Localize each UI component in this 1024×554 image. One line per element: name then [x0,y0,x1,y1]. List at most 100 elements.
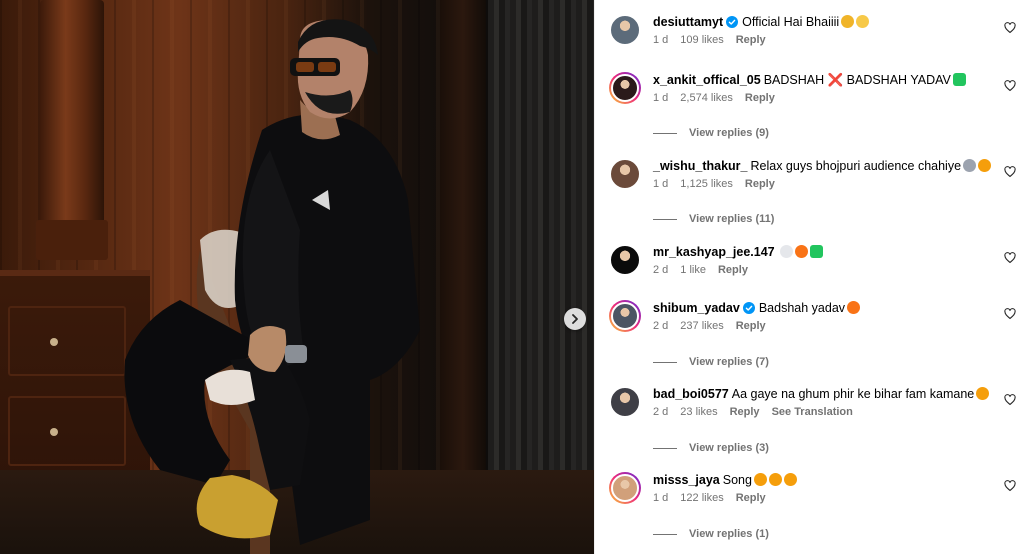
comment-likes[interactable]: 23 likes [680,406,717,418]
comment-likes[interactable]: 237 likes [680,320,723,332]
chevron-right-icon [572,314,578,324]
reply-button[interactable]: Reply [745,92,775,104]
view-replies-button[interactable]: View replies (11) [653,213,774,225]
replies-dash [653,447,677,449]
comment-username[interactable]: misss_jaya [653,473,720,487]
comment-username[interactable]: shibum_yadav [653,301,740,315]
comment-username[interactable]: x_ankit_offical_05 [653,73,761,87]
emoji-icon [779,245,793,258]
comment-meta: 2 d 237 likes Reply [653,320,993,332]
comment-time: 2 d [653,320,669,332]
comment-body: misss_jaya Song 1 d 122 likes Reply [653,472,993,504]
user-avatar[interactable] [609,300,641,332]
verified-badge-icon [742,302,755,314]
user-avatar[interactable] [609,72,641,104]
emoji-icon [783,473,797,486]
user-avatar[interactable] [609,472,641,504]
comment-meta: 1 d 1,125 likes Reply [653,178,993,190]
emoji-icon [753,473,767,486]
comment-time: 1 d [653,492,669,504]
replies-dash [653,218,677,220]
reply-button[interactable]: Reply [736,320,766,332]
comment-text: Relax guys bhojpuri audience chahiye [750,159,962,173]
emoji-icon [809,245,823,258]
view-replies-button[interactable]: View replies (7) [653,356,769,368]
comment-meta: 2 d 1 like Reply [653,264,993,276]
reply-button[interactable]: Reply [718,264,748,276]
emoji-icon [856,15,870,28]
comment-line: _wishu_thakur_ Relax guys bhojpuri audien… [653,158,993,175]
reply-button[interactable]: Reply [730,406,760,418]
user-avatar[interactable] [609,244,641,276]
comment-line: desiuttamyt Official Hai Bhaiiii [653,14,993,31]
verified-badge-icon [726,16,739,28]
emoji-icon [978,159,992,172]
emoji-icon [841,15,855,28]
comment-text: Aa gaye na ghum phir ke bihar fam kamane [731,387,975,401]
comment-username[interactable]: mr_kashyap_jee.147 [653,245,775,259]
view-replies-button[interactable]: View replies (9) [653,127,769,139]
view-replies-button[interactable]: View replies (1) [653,528,769,540]
view-replies-button[interactable]: View replies (3) [653,442,769,454]
view-replies-label: View replies (1) [689,528,769,540]
comments-panel: desiuttamyt Official Hai Bhaiiii 1 d 109 li… [594,0,1024,554]
replies-dash [653,132,677,134]
like-heart-icon[interactable] [1004,22,1016,34]
comment-text: BADSHAH ❌ BADSHAH YADAV [763,73,951,87]
view-replies-label: View replies (7) [689,356,769,368]
like-heart-icon[interactable] [1004,166,1016,178]
comment-body: shibum_yadav Badshah yadav 2 d 237 likes Rep… [653,300,993,332]
like-heart-icon[interactable] [1004,308,1016,320]
like-heart-icon[interactable] [1004,80,1016,92]
user-avatar[interactable] [609,14,641,46]
comment-body: x_ankit_offical_05 BADSHAH ❌ BADSHAH YADA… [653,72,993,104]
user-avatar[interactable] [609,386,641,418]
view-replies-label: View replies (9) [689,127,769,139]
emoji-icon [794,245,808,258]
comment-username[interactable]: bad_boi0577 [653,387,729,401]
comment-text: Badshah yadav [758,301,846,315]
person-figure [124,19,420,554]
comment-line: mr_kashyap_jee.147 [653,244,993,261]
comment-likes[interactable]: 1,125 likes [680,178,733,190]
comment-likes[interactable]: 1 like [680,264,706,276]
comment-meta: 1 d 109 likes Reply [653,34,993,46]
comment-text: Official Hai Bhaiiii [742,15,840,29]
comment-body: _wishu_thakur_ Relax guys bhojpuri audien… [653,158,993,190]
comment-body: desiuttamyt Official Hai Bhaiiii 1 d 109 li… [653,14,993,46]
reply-button[interactable]: Reply [736,492,766,504]
emoji-icon [976,387,990,400]
like-heart-icon[interactable] [1004,394,1016,406]
emoji-icon [847,301,861,314]
comment-meta: 2 d 23 likes Reply See Translation [653,406,993,418]
like-heart-icon[interactable] [1004,480,1016,492]
comment-time: 2 d [653,406,669,418]
comment-likes[interactable]: 122 likes [680,492,723,504]
comment-username[interactable]: _wishu_thakur_ [653,159,747,173]
view-replies-label: View replies (3) [689,442,769,454]
emoji-icon [952,73,966,86]
comment-likes[interactable]: 109 likes [680,34,723,46]
comment-line: x_ankit_offical_05 BADSHAH ❌ BADSHAH YADA… [653,72,993,89]
carousel-next-button[interactable] [564,308,586,330]
user-avatar[interactable] [609,158,641,190]
see-translation-button[interactable]: See Translation [772,406,853,418]
comment-time: 1 d [653,34,669,46]
comment-meta: 1 d 122 likes Reply [653,492,993,504]
comment-line: shibum_yadav Badshah yadav [653,300,993,317]
comment-line: bad_boi0577 Aa gaye na ghum phir ke bihar… [653,386,993,403]
comment-line: misss_jaya Song [653,472,993,489]
reply-button[interactable]: Reply [736,34,766,46]
comment-body: mr_kashyap_jee.147 2 d 1 like Reply [653,244,993,276]
emoji-icon [768,473,782,486]
comment-text: Song [722,473,752,487]
view-replies-label: View replies (11) [689,213,775,225]
replies-dash [653,361,677,363]
comment-likes[interactable]: 2,574 likes [680,92,733,104]
post-photo [0,0,594,554]
comment-time: 1 d [653,92,669,104]
comment-username[interactable]: desiuttamyt [653,15,723,29]
reply-button[interactable]: Reply [745,178,775,190]
comment-time: 2 d [653,264,669,276]
like-heart-icon[interactable] [1004,252,1016,264]
